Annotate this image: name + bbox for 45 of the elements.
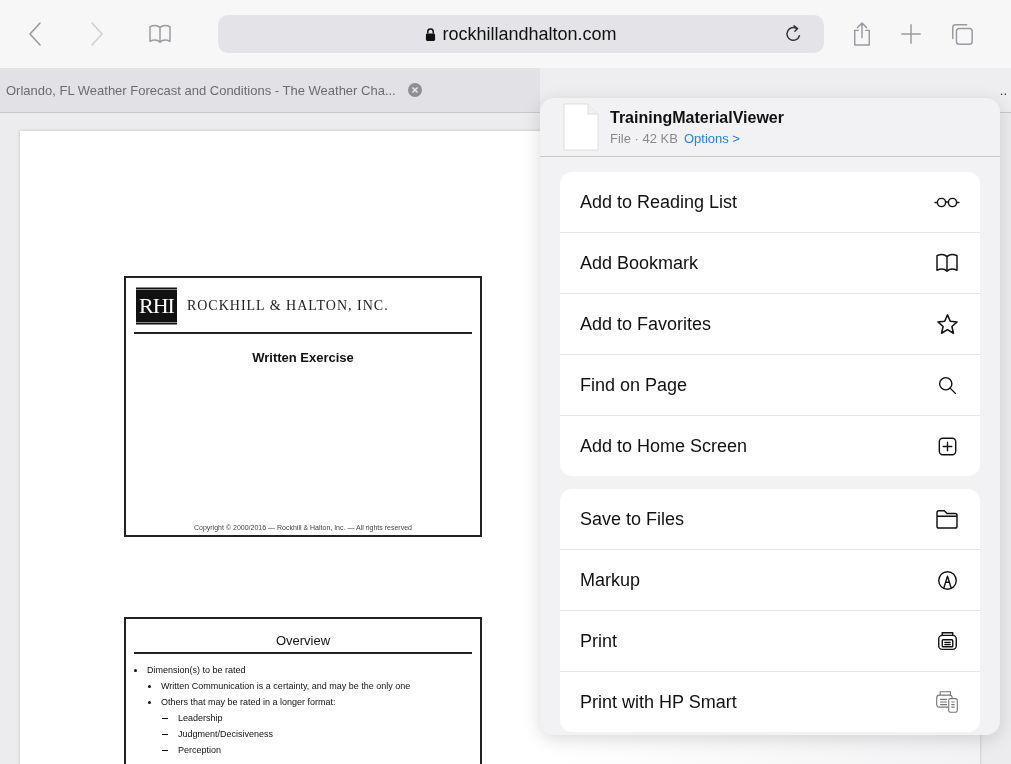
bullet-mark [148,684,151,688]
file-icon [562,102,600,152]
company-name: ROCKHILL & HALTON, INC. [186,298,389,314]
new-tab-icon[interactable] [900,23,922,45]
bookmarks-icon[interactable] [148,24,172,44]
dash-mark [162,733,168,735]
bullet-text: Written Communication is a certainty, and may be the only one [161,680,411,693]
action-item[interactable]: Markup [560,549,980,610]
printer-phone-icon [934,690,960,714]
action-item[interactable]: Add to Home Screen [560,415,980,476]
action-item[interactable]: Add to Reading List [560,172,980,232]
star-icon [934,312,960,336]
bullet-text: Perception [178,744,222,757]
bullet-text: Dimension(s) to be rated [147,664,246,677]
tab-title: Orlando, FL Weather Forecast and Conditions - The Weather Cha... [6,82,396,98]
slide-heading: Written Exercise [251,350,355,365]
close-icon[interactable] [407,83,422,97]
tab[interactable]: Orlando, FL Weather Forecast and Conditions - The Weather Cha... [0,68,540,112]
bullet-text: Judgment/Decisiveness [178,728,274,741]
glasses-icon [934,196,960,208]
bullet-text: Others that may be rated in a longer format: [161,696,336,709]
file-info: File · 42 KB [610,130,678,146]
tab-title: .. [999,82,1007,98]
bullet-text: Leadership [178,712,223,725]
book-icon [934,253,960,273]
lock-icon [425,27,437,41]
company-logo: RHI [136,287,177,325]
folder-icon [934,509,960,529]
action-item[interactable]: Add Bookmark [560,232,980,293]
url-text: rockhillandhalton.com [442,23,617,45]
address-bar[interactable]: rockhillandhalton.com [218,15,824,53]
action-item[interactable]: Find on Page [560,354,980,415]
tabs-icon[interactable] [950,22,974,46]
dash-mark [162,749,168,751]
bullet-mark [148,700,151,704]
share-icon[interactable] [852,21,872,47]
action-item[interactable]: Add to Favorites [560,293,980,354]
action-item[interactable]: Print [560,610,980,671]
options-link[interactable]: Options > [683,130,740,146]
back-button[interactable] [28,21,42,47]
slide-heading: Overview [274,633,332,648]
dash-mark [162,717,168,719]
action-item[interactable]: Print with HP Smart [560,671,980,732]
bullet-mark [134,668,137,672]
action-item[interactable]: Save to Files [560,489,980,549]
